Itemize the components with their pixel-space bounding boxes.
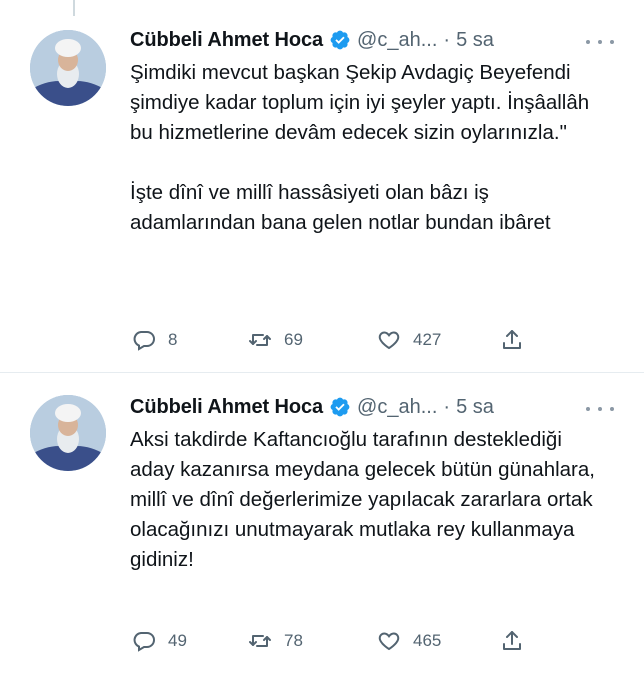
retweet-icon [248,629,272,653]
share-button[interactable] [500,325,524,355]
timestamp[interactable]: 5 sa [456,29,494,52]
retweet-button[interactable]: 78 [248,626,303,656]
tweet-actions: 8 69 427 [130,325,530,355]
author-handle[interactable]: @c_ah... [357,396,437,419]
reply-count: 49 [168,631,187,650]
retweet-button[interactable]: 69 [248,325,303,355]
separator-dot: · [443,395,451,418]
reply-button[interactable]: 8 [132,325,177,355]
more-options-icon[interactable] [586,34,614,50]
like-count: 465 [413,631,442,650]
tweet-header: Cübbeli Ahmet Hoca @c_ah... · 5 sa [130,26,494,54]
reply-count: 8 [168,330,178,349]
retweet-icon [248,328,272,352]
tweet-text: Şimdiki mevcut başkan Şekip Avdagiç Beye… [130,61,590,234]
tweet[interactable]: Cübbeli Ahmet Hoca @c_ah... · 5 sa Şimdi… [0,0,644,372]
retweet-count: 69 [284,330,303,349]
author-name[interactable]: Cübbeli Ahmet Hoca [130,396,323,419]
verified-badge-icon [329,29,351,51]
like-button[interactable]: 427 [377,325,441,355]
avatar[interactable] [30,395,106,471]
tweet[interactable]: Cübbeli Ahmet Hoca @c_ah... · 5 sa Aksi … [0,372,644,680]
avatar[interactable] [30,30,106,106]
like-icon [377,629,401,653]
verified-badge-icon [329,396,351,418]
reply-icon [132,629,156,653]
author-handle[interactable]: @c_ah... [357,29,437,52]
more-options-icon[interactable] [586,401,614,417]
tweet-header: Cübbeli Ahmet Hoca @c_ah... · 5 sa [130,393,494,421]
share-icon [500,629,524,653]
share-icon [500,328,524,352]
like-button[interactable]: 465 [377,626,441,656]
retweet-count: 78 [284,631,303,650]
timestamp[interactable]: 5 sa [456,396,494,419]
author-name[interactable]: Cübbeli Ahmet Hoca [130,29,323,52]
like-icon [377,328,401,352]
tweet-actions: 49 78 465 [130,626,530,656]
reply-icon [132,328,156,352]
reply-button[interactable]: 49 [132,626,187,656]
separator-dot: · [443,28,451,51]
tweet-text: Aksi takdirde Kaftancıoğlu tarafının des… [130,428,601,571]
share-button[interactable] [500,626,524,656]
like-count: 427 [413,330,442,349]
